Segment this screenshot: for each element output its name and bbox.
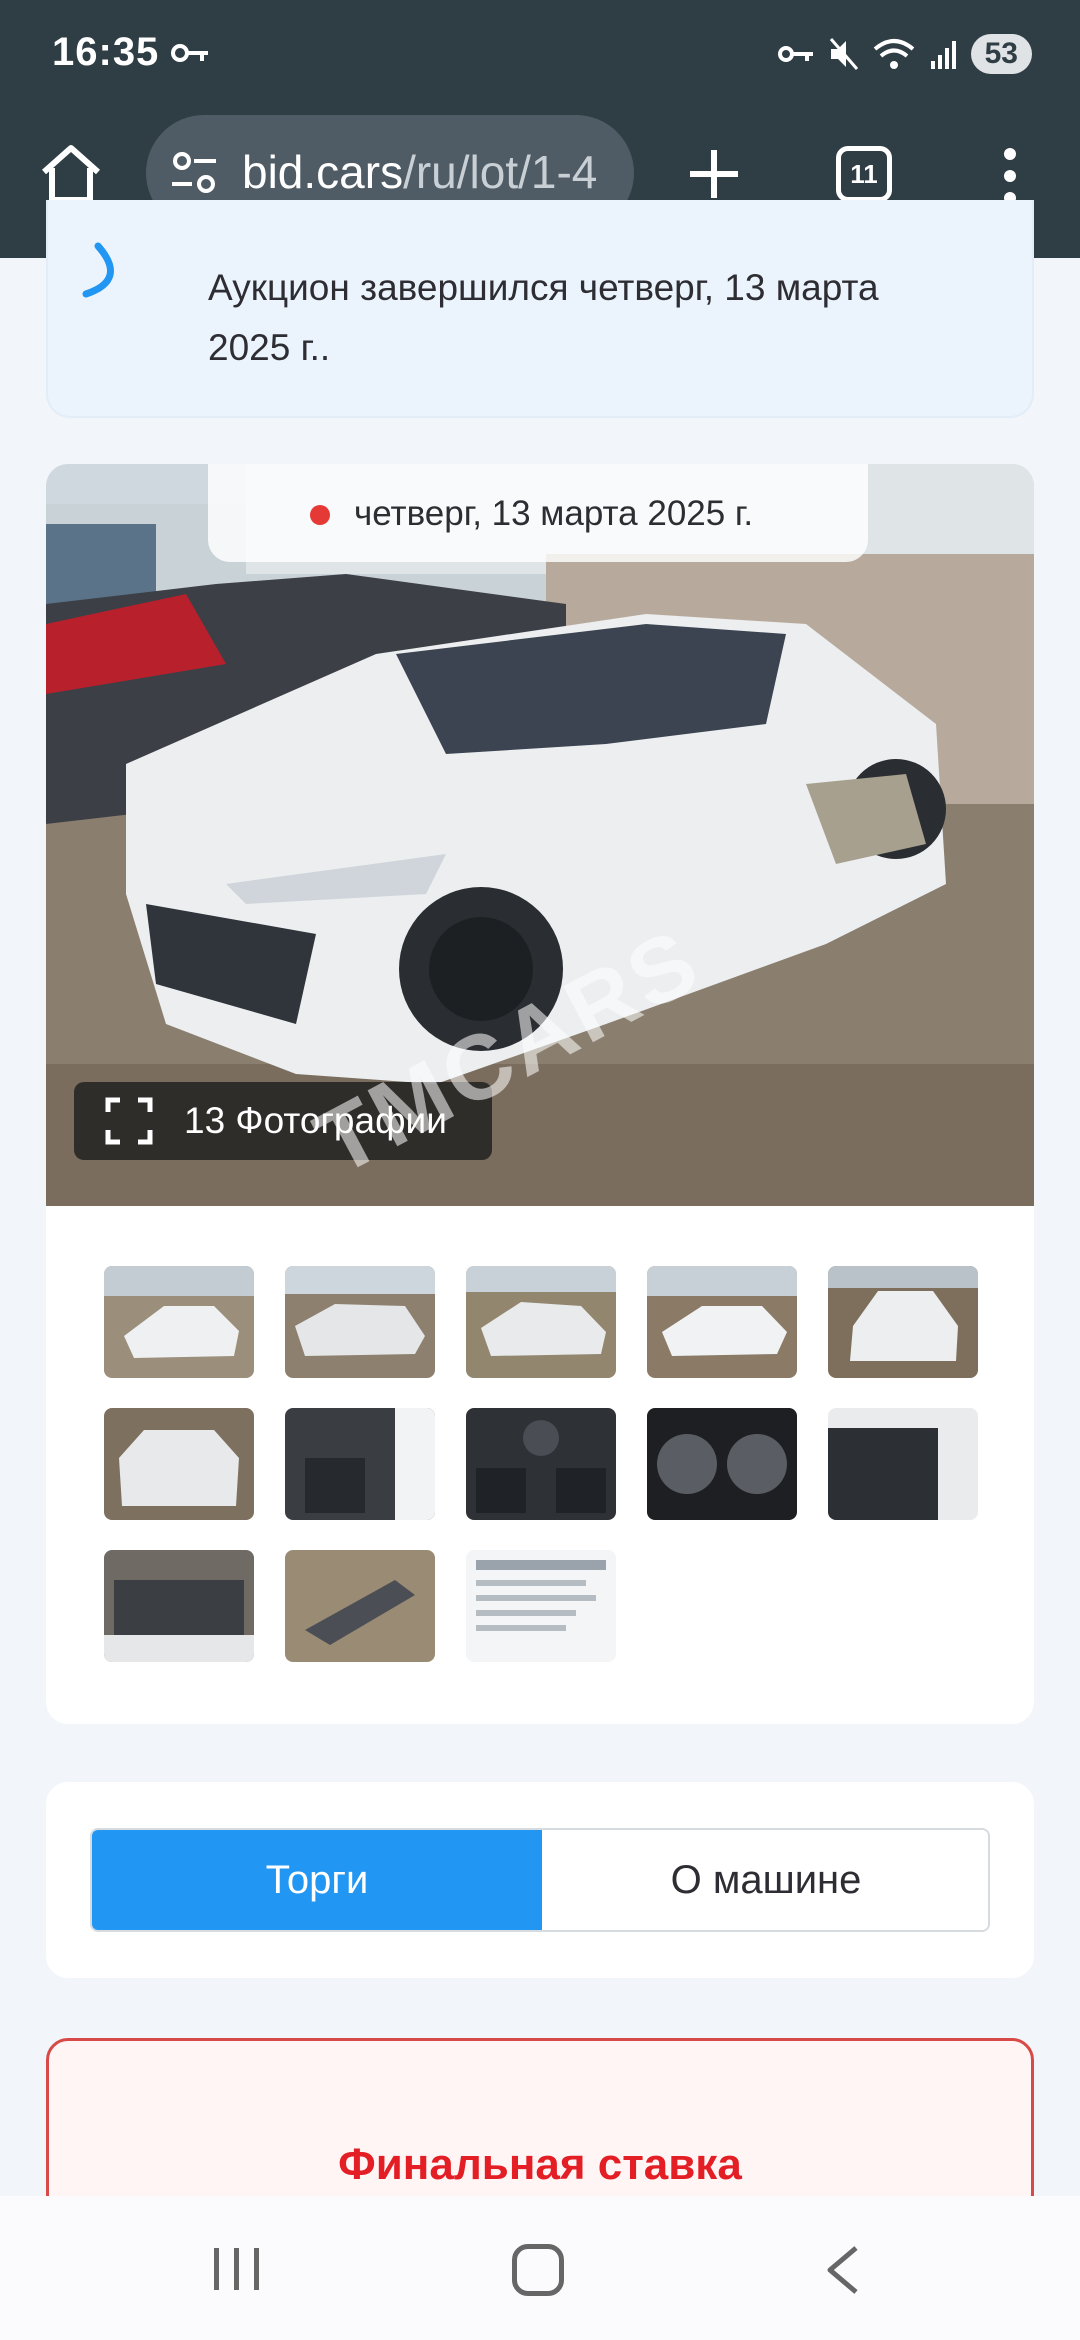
auction-status-text: Аукцион завершился четверг, 13 марта 202…: [208, 267, 879, 368]
thumbnail-8[interactable]: [466, 1408, 616, 1520]
nav-home-icon[interactable]: [512, 2244, 564, 2296]
thumbnail-13[interactable]: [466, 1550, 616, 1662]
thumbnail-5[interactable]: [828, 1266, 978, 1378]
info-icon: [82, 242, 114, 298]
tab-switcher-button[interactable]: 11: [836, 146, 892, 202]
thumbnail-4[interactable]: [647, 1266, 797, 1378]
status-icons: 53: [777, 32, 1032, 76]
site-settings-icon[interactable]: [170, 151, 218, 195]
final-bid-title: Финальная ставка: [338, 2140, 742, 2189]
new-tab-icon[interactable]: [684, 144, 744, 204]
thumbnail-2[interactable]: [285, 1266, 435, 1378]
signal-icon: [930, 41, 956, 69]
url-domain: bid.cars: [242, 146, 404, 198]
thumbnail-12[interactable]: [285, 1550, 435, 1662]
key-icon: [171, 44, 208, 62]
back-icon[interactable]: [824, 2244, 860, 2296]
vpn-key-icon: [777, 46, 813, 62]
thumbnail-7[interactable]: [285, 1408, 435, 1520]
mute-icon: [829, 38, 858, 70]
thumbnail-11[interactable]: [104, 1550, 254, 1662]
thumbnail-1[interactable]: [104, 1266, 254, 1378]
fullscreen-icon[interactable]: [104, 1096, 154, 1146]
auction-date-text: четверг, 13 марта 2025 г.: [354, 494, 754, 533]
segmented-tabs: Торги О машине: [90, 1828, 990, 1932]
thumbnail-9[interactable]: [647, 1408, 797, 1520]
url-path: /ru/lot/1-4: [403, 146, 598, 198]
more-menu-icon[interactable]: [1000, 146, 1020, 206]
tab-bids[interactable]: Торги: [92, 1830, 542, 1930]
thumbnail-3[interactable]: [466, 1266, 616, 1378]
thumbnail-10[interactable]: [828, 1408, 978, 1520]
battery-indicator: 53: [970, 34, 1032, 74]
status-time: 16:35: [52, 30, 160, 74]
url-text[interactable]: bid.cars/ru/lot/1-4: [242, 145, 597, 199]
thumbnail-6[interactable]: [104, 1408, 254, 1520]
wifi-icon: [873, 39, 914, 69]
live-dot-icon: [310, 505, 330, 525]
home-icon[interactable]: [38, 140, 104, 206]
status-bar: 16:35 53: [0, 0, 1080, 110]
recents-icon[interactable]: [212, 2246, 262, 2292]
tab-about-car[interactable]: О машине: [542, 1830, 988, 1930]
